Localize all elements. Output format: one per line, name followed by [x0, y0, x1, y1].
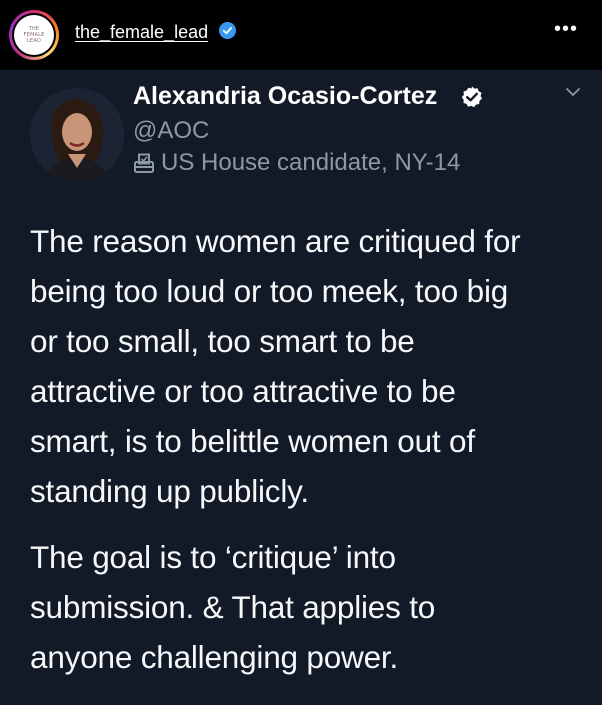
- tweet-author-handle[interactable]: @AOC: [133, 117, 209, 145]
- tweet-text-line: being too loud or too meek, too big: [30, 273, 509, 309]
- tweet-text-line: The goal is to ‘critique’ into: [30, 539, 396, 575]
- tweet-text-line: submission. & That applies to: [30, 589, 436, 625]
- tweet-text-line: smart, is to belittle women out of: [30, 423, 475, 459]
- tweet-paragraph-2: The goal is to ‘critique’ into submissio…: [30, 532, 590, 682]
- verified-badge-icon: [219, 22, 236, 39]
- chevron-down-icon[interactable]: [565, 86, 581, 98]
- author-bio: US House candidate, NY-14: [133, 149, 460, 177]
- tweet-text-line: attractive or too attractive to be: [30, 373, 456, 409]
- profile-avatar[interactable]: THE FEMALE LEAD: [9, 10, 59, 60]
- the-female-lead-logo: THE FEMALE LEAD: [14, 15, 54, 55]
- tweet-author-name[interactable]: Alexandria Ocasio-Cortez: [133, 82, 437, 111]
- instagram-post-header: THE FEMALE LEAD the_female_lead •••: [0, 0, 602, 70]
- ballot-box-icon: [134, 153, 154, 173]
- tweet-text-line: or too small, too smart to be: [30, 323, 415, 359]
- more-options-button[interactable]: •••: [554, 18, 578, 41]
- profile-username-link[interactable]: the_female_lead: [75, 22, 208, 43]
- twitter-verified-icon: [460, 85, 484, 109]
- author-bio-text: US House candidate, NY-14: [161, 149, 461, 176]
- tweet-text-line: anyone challenging power.: [30, 639, 399, 675]
- logo-line: LEAD: [26, 38, 41, 44]
- tweet-text-line: The reason women are critiqued for: [30, 223, 521, 259]
- tweet-paragraph-1: The reason women are critiqued for being…: [30, 216, 590, 516]
- tweet-text-line: standing up publicly.: [30, 473, 309, 509]
- tweet-author-avatar: [30, 88, 124, 182]
